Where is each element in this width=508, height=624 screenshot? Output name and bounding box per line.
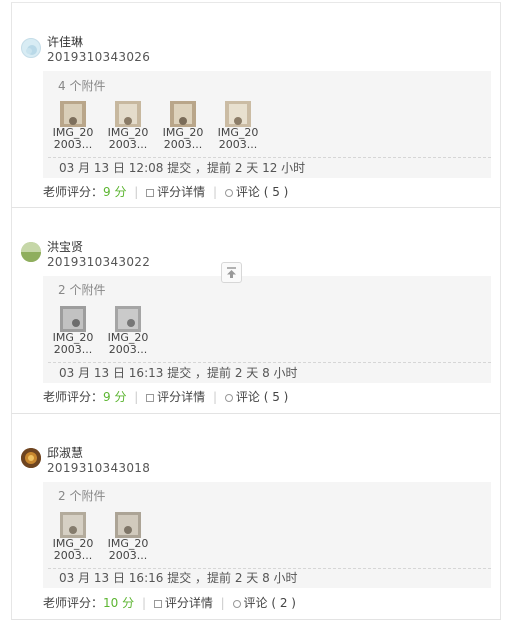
image-thumbnail-icon	[60, 512, 86, 538]
attachment-filename[interactable]: IMG_20 2003...	[48, 127, 98, 151]
attachment-box: 4 个附件 IMG_20 2003... IMG_20 2003... IMG_…	[43, 71, 491, 178]
arrow-up-to-line-icon	[227, 267, 236, 278]
image-thumbnail-icon	[225, 101, 251, 127]
student-id: 2019310343018	[47, 461, 151, 475]
comment-link[interactable]: 评论 ( 5 )	[224, 390, 288, 404]
list-icon	[153, 600, 162, 608]
score-detail-link[interactable]: 评分详情	[153, 596, 213, 610]
attachment-filename[interactable]: IMG_20 2003...	[213, 127, 263, 151]
divider: |	[213, 185, 218, 199]
student-id: 2019310343022	[47, 255, 151, 269]
dashed-divider	[48, 157, 491, 158]
attachment-count: 4 个附件	[58, 79, 106, 93]
score-detail-link[interactable]: 评分详情	[146, 390, 205, 404]
dashed-divider	[48, 362, 491, 363]
image-thumbnail-icon	[60, 306, 86, 332]
divider: |	[134, 185, 139, 199]
avatar[interactable]	[21, 242, 41, 262]
score-value: 9 分	[103, 390, 127, 404]
attachment-thumbnail[interactable]	[60, 512, 86, 538]
score-label: 老师评分：	[43, 185, 104, 199]
divider: |	[141, 596, 146, 610]
dashed-divider	[48, 568, 491, 569]
attachment-thumbnail[interactable]	[60, 101, 86, 127]
avatar-photo-icon	[21, 448, 41, 468]
comment-link[interactable]: 评论 ( 5 )	[224, 185, 288, 199]
avatar-landscape-icon	[21, 242, 41, 262]
attachment-thumbnail[interactable]	[225, 101, 251, 127]
submission-card: 邱淑慧 2019310343018 2 个附件 IMG_20 2003... I…	[11, 414, 501, 620]
image-thumbnail-icon	[115, 306, 141, 332]
student-name[interactable]: 邱淑慧	[47, 446, 83, 460]
image-thumbnail-icon	[115, 512, 141, 538]
score-value: 9 分	[103, 185, 127, 199]
image-thumbnail-icon	[115, 101, 141, 127]
divider: |	[213, 390, 218, 404]
student-name[interactable]: 洪宝贤	[47, 240, 83, 254]
attachment-thumbnail[interactable]	[115, 512, 141, 538]
attachment-box: 2 个附件 IMG_20 2003... IMG_20 2003... 03 月…	[43, 276, 491, 383]
avatar[interactable]	[21, 448, 41, 468]
score-bar: 老师评分：9 分 | 评分详情 | 评论 ( 5 )	[43, 390, 288, 404]
attachment-filename[interactable]: IMG_20 2003...	[103, 538, 153, 562]
submit-time: 03 月 13 日 12:08 提交 ，提前 2 天 12 小时	[59, 161, 306, 175]
attachment-thumbnail[interactable]	[60, 306, 86, 332]
score-label: 老师评分：	[43, 596, 104, 610]
comment-link[interactable]: 评论 ( 2 )	[232, 596, 296, 610]
score-detail-link[interactable]: 评分详情	[146, 185, 205, 199]
attachment-thumbnail[interactable]	[115, 101, 141, 127]
attachment-box: 2 个附件 IMG_20 2003... IMG_20 2003... 03 月…	[43, 482, 491, 588]
divider: |	[134, 390, 139, 404]
image-thumbnail-icon	[170, 101, 196, 127]
attachment-filename[interactable]: IMG_20 2003...	[158, 127, 208, 151]
comment-bubble-icon	[224, 189, 233, 197]
back-to-top-button[interactable]	[221, 262, 242, 283]
attachment-thumbnail[interactable]	[170, 101, 196, 127]
attachment-filename[interactable]: IMG_20 2003...	[103, 127, 153, 151]
submission-card: 许佳琳 2019310343026 4 个附件 IMG_20 2003... I…	[11, 3, 501, 208]
submission-card: 洪宝贤 2019310343022 2 个附件 IMG_20 2003... I…	[11, 208, 501, 414]
student-id: 2019310343026	[47, 50, 151, 64]
attachment-thumbnail[interactable]	[115, 306, 141, 332]
list-icon	[146, 189, 155, 197]
score-label: 老师评分：	[43, 390, 104, 404]
divider: |	[220, 596, 225, 610]
score-bar: 老师评分：9 分 | 评分详情 | 评论 ( 5 )	[43, 185, 288, 199]
submit-time: 03 月 13 日 16:16 提交 ，提前 2 天 8 小时	[59, 571, 298, 585]
attachment-filename[interactable]: IMG_20 2003...	[103, 332, 153, 356]
score-value: 10 分	[103, 596, 135, 610]
submit-time: 03 月 13 日 16:13 提交 ，提前 2 天 8 小时	[59, 366, 298, 380]
avatar-cloud-icon	[26, 45, 37, 55]
score-bar: 老师评分：10 分 | 评分详情 | 评论 ( 2 )	[43, 596, 296, 610]
comment-bubble-icon	[232, 600, 241, 608]
avatar[interactable]	[21, 38, 41, 58]
comment-bubble-icon	[224, 394, 233, 402]
attachment-count: 2 个附件	[58, 283, 106, 297]
attachment-count: 2 个附件	[58, 489, 106, 503]
student-name[interactable]: 许佳琳	[47, 35, 83, 49]
image-thumbnail-icon	[60, 101, 86, 127]
list-icon	[146, 394, 155, 402]
attachment-filename[interactable]: IMG_20 2003...	[48, 538, 98, 562]
attachment-filename[interactable]: IMG_20 2003...	[48, 332, 98, 356]
